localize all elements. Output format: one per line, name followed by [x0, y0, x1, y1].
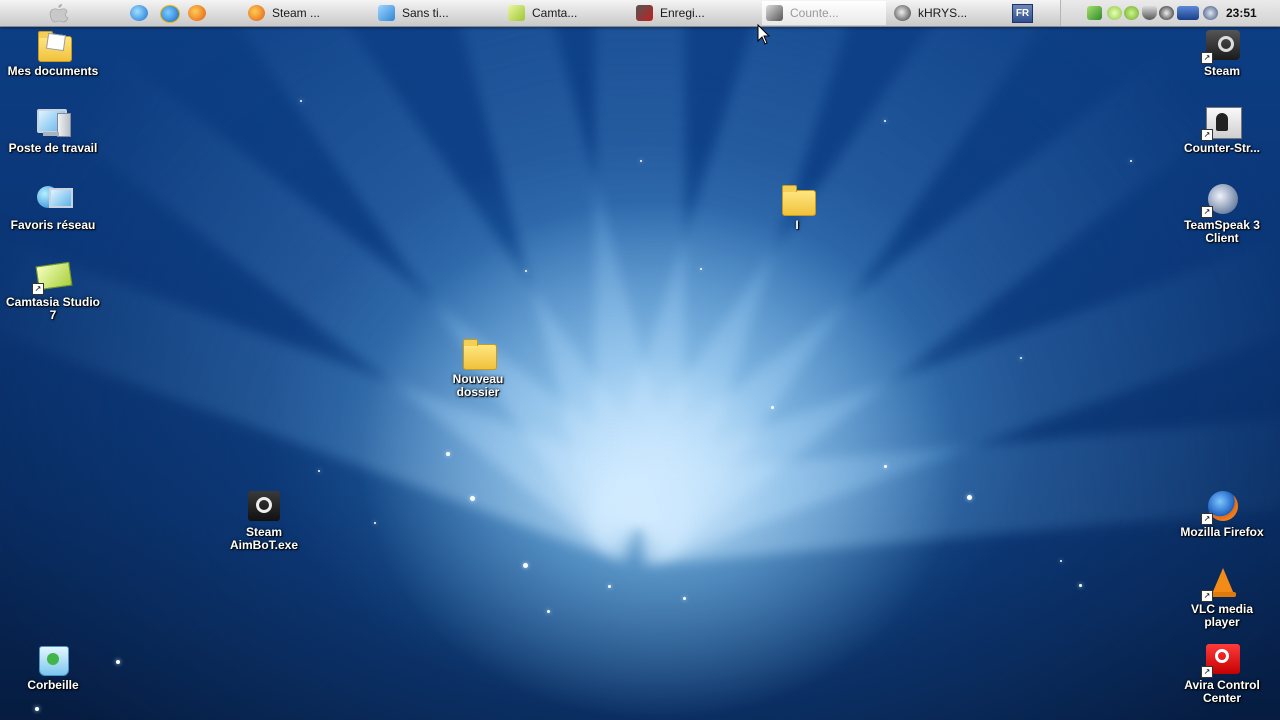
- shortcut-arrow-icon: ↗: [1201, 129, 1213, 141]
- clock[interactable]: 23:51: [1226, 6, 1257, 20]
- task-label: Sans ti...: [402, 6, 449, 20]
- camera-tray-icon[interactable]: [1177, 6, 1199, 20]
- taskbar-task-steam-chat[interactable]: kHRYS...: [890, 1, 1014, 25]
- desktop-icon-avira[interactable]: ↗ Avira Control Center: [1174, 644, 1270, 705]
- steam-icon: [246, 491, 282, 523]
- steam-tray-icon[interactable]: [1159, 6, 1174, 20]
- firefox-icon: [248, 5, 265, 21]
- shortcut-arrow-icon: ↗: [1201, 206, 1213, 218]
- documents-folder-icon: [35, 30, 72, 62]
- steam-icon: ↗: [1201, 30, 1240, 64]
- network-tray-icon[interactable]: [1087, 6, 1102, 20]
- task-label: Steam ...: [272, 6, 321, 20]
- desktop-icon-label: Mozilla Firefox: [1180, 525, 1264, 539]
- camtasia-icon: [508, 5, 525, 21]
- task-label: Camta...: [532, 6, 578, 20]
- shortcut-arrow-icon: ↗: [1201, 666, 1213, 678]
- desktop-icon-label: Steam: [1203, 64, 1241, 78]
- task-label: Enregi...: [660, 6, 705, 20]
- desktop-icon-vlc[interactable]: ↗ VLC media player: [1174, 568, 1270, 629]
- firefox-quicklaunch-icon[interactable]: [188, 5, 206, 21]
- desktop-icon-firefox[interactable]: ↗ Mozilla Firefox: [1174, 491, 1270, 539]
- steam-icon: [894, 5, 911, 21]
- taskbar-task-paint[interactable]: Sans ti...: [374, 1, 498, 25]
- desktop-icon-label: Mes documents: [7, 64, 99, 78]
- camtasia-icon: ↗: [32, 261, 73, 295]
- task-label: kHRYS...: [918, 6, 968, 20]
- counter-strike-icon: [766, 5, 783, 21]
- mouse-cursor-icon: [757, 24, 771, 45]
- desktop-icon-label: Poste de travail: [8, 141, 98, 155]
- counter-strike-icon: ↗: [1201, 107, 1242, 141]
- desktop-icon-steam[interactable]: ↗ Steam: [1174, 30, 1270, 78]
- task-label: Counte...: [790, 6, 839, 20]
- network-globe-icon: [35, 184, 73, 216]
- teamspeak-icon: ↗: [1201, 184, 1240, 218]
- messenger-tray-icon[interactable]: [1107, 6, 1122, 20]
- folder-icon: [779, 184, 816, 216]
- desktop-icon-label: Avira Control Center: [1184, 678, 1260, 705]
- desktop-icon-label: Counter-Str...: [1183, 141, 1260, 155]
- apple-menu-icon[interactable]: [45, 3, 73, 23]
- language-indicator[interactable]: FR: [1012, 4, 1033, 23]
- taskbar-task-recorder[interactable]: Enregi...: [632, 1, 756, 25]
- avira-icon: ↗: [1201, 644, 1240, 678]
- desktop-icon-label: Nouveau dossier: [452, 372, 504, 399]
- chat-tray-icon[interactable]: [1124, 6, 1139, 20]
- shortcut-arrow-icon: ↗: [1201, 513, 1213, 525]
- desktop-icon-label: Camtasia Studio 7: [5, 295, 101, 322]
- desktop-folder-i[interactable]: I: [749, 184, 845, 232]
- desktop-icon-label: Favoris réseau: [10, 218, 96, 232]
- desktop-icon-label: VLC media player: [1190, 602, 1253, 629]
- desktop-icon-label: I: [795, 218, 799, 232]
- desktop-icon-counter-strike[interactable]: ↗ Counter-Str...: [1174, 107, 1270, 155]
- desktop-icon-poste-de-travail[interactable]: Poste de travail: [5, 107, 101, 155]
- desktop-icon-corbeille[interactable]: Corbeille: [5, 644, 101, 692]
- recycle-bin-icon: [35, 644, 71, 676]
- ie-quicklaunch-icon[interactable]: [130, 5, 148, 21]
- computer-icon: [35, 107, 71, 139]
- shield-tray-icon[interactable]: [1142, 6, 1157, 20]
- desktop-icon-steam-aimbot[interactable]: Steam AimBoT.exe: [216, 491, 312, 552]
- taskbar-task-camtasia[interactable]: Camta...: [504, 1, 628, 25]
- shortcut-arrow-icon: ↗: [1201, 52, 1213, 64]
- desktop-icon-label: Steam AimBoT.exe: [229, 525, 299, 552]
- taskbar-task-steam[interactable]: Steam ...: [244, 1, 368, 25]
- shortcut-arrow-icon: ↗: [32, 283, 44, 295]
- desktop-icon-favoris-reseau[interactable]: Favoris réseau: [5, 184, 101, 232]
- recorder-icon: [636, 5, 653, 21]
- desktop-icon-teamspeak[interactable]: ↗ TeamSpeak 3 Client: [1174, 184, 1270, 245]
- paint-icon: [378, 5, 395, 21]
- taskbar: Steam ... Sans ti... Camta... Enregi... …: [0, 0, 1280, 27]
- desktop-icon-camtasia[interactable]: ↗ Camtasia Studio 7: [5, 261, 101, 322]
- desktop-icon-label: Corbeille: [27, 678, 79, 692]
- shortcut-arrow-icon: ↗: [1201, 590, 1213, 602]
- desktop-icon-label: TeamSpeak 3 Client: [1184, 218, 1260, 245]
- vlc-cone-icon: ↗: [1201, 568, 1240, 602]
- folder-icon: [460, 338, 497, 370]
- taskbar-task-counter-strike[interactable]: Counte...: [762, 1, 886, 25]
- desktop-folder-nouveau-dossier[interactable]: Nouveau dossier: [430, 338, 526, 399]
- ie-icon[interactable]: [160, 5, 180, 23]
- desktop-icon-mes-documents[interactable]: Mes documents: [5, 30, 101, 78]
- teamspeak-tray-icon[interactable]: [1203, 6, 1218, 20]
- firefox-icon: ↗: [1201, 491, 1240, 525]
